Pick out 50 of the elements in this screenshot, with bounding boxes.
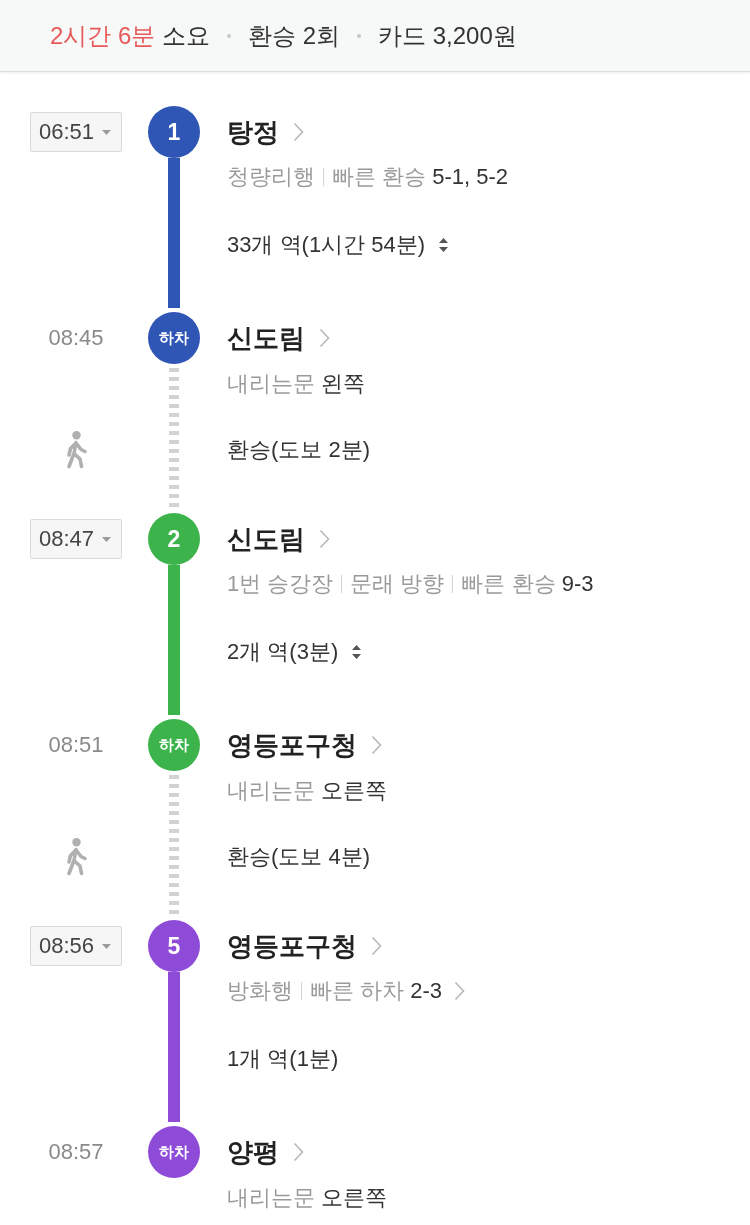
alight-badge: 하차 — [148, 1126, 200, 1178]
departure-time-dropdown[interactable]: 08:56 — [30, 926, 122, 966]
alight-badge: 하차 — [148, 719, 200, 771]
chevron-right-icon[interactable] — [454, 981, 466, 1001]
detail-text: 1번 승강장 — [227, 570, 334, 598]
chevron-right-icon[interactable] — [319, 328, 330, 348]
station-name[interactable]: 영등포구청 — [227, 928, 357, 964]
fare-text: 카드 3,200원 — [378, 20, 517, 51]
walking-person-icon — [64, 431, 88, 469]
arrival-time-text: 08:57 — [48, 1139, 104, 1165]
caret-down-icon[interactable] — [102, 943, 112, 949]
detail-text: 방화행 — [227, 977, 293, 1005]
detail-text: 내리는문 왼쪽 — [227, 370, 366, 398]
line-number-badge: 1 — [148, 106, 200, 158]
arrival-time-text: 08:45 — [48, 325, 104, 351]
station-name[interactable]: 신도림 — [227, 320, 305, 356]
transfer-count-text: 환승 2회 — [248, 20, 341, 51]
detail-text: 청량리행 — [227, 163, 315, 191]
departure-time-dropdown[interactable]: 06:51 — [30, 112, 122, 152]
transfer-walk-text: 환승(도보 2분) — [227, 437, 370, 462]
up-down-arrows-icon[interactable] — [439, 238, 449, 252]
transfer-walk-text: 환승(도보 4분) — [227, 844, 370, 869]
detail-text: 내리는문 오른쪽 — [227, 1184, 388, 1212]
arrival-time-text: 08:51 — [48, 732, 104, 758]
up-down-arrows-icon[interactable] — [352, 645, 362, 659]
caret-down-icon[interactable] — [102, 129, 112, 135]
detail-text: 문래 방향 — [350, 570, 445, 598]
station-name[interactable]: 신도림 — [227, 521, 305, 557]
line-number-badge: 2 — [148, 513, 200, 565]
chevron-right-icon[interactable] — [371, 735, 382, 755]
station-name[interactable]: 탕정 — [227, 114, 279, 150]
alight-badge: 하차 — [148, 312, 200, 364]
stop-count-text: 33개 역(1시간 54분) — [227, 231, 426, 259]
departure-time-dropdown[interactable]: 08:47 — [30, 519, 122, 559]
detail-text: 내리는문 오른쪽 — [227, 777, 388, 805]
duration-text: 2시간 6분 소요 — [50, 20, 211, 51]
chevron-right-icon[interactable] — [293, 122, 304, 142]
walking-person-icon — [64, 838, 88, 876]
detail-text: 빠른 환승 9-3 — [461, 570, 594, 598]
chevron-right-icon[interactable] — [371, 936, 382, 956]
station-name[interactable]: 영등포구청 — [227, 727, 357, 763]
chevron-right-icon[interactable] — [319, 529, 330, 549]
detail-text: 빠른 환승 5-1, 5-2 — [332, 163, 509, 191]
line-number-badge: 5 — [148, 920, 200, 972]
chevron-right-icon[interactable] — [293, 1142, 304, 1162]
detail-text: 빠른 하차 2-3 — [310, 977, 443, 1005]
caret-down-icon[interactable] — [102, 536, 112, 542]
stop-count-text: 1개 역(1분) — [227, 1045, 339, 1073]
station-name[interactable]: 양평 — [227, 1134, 279, 1170]
stop-count-text: 2개 역(3분) — [227, 638, 339, 666]
